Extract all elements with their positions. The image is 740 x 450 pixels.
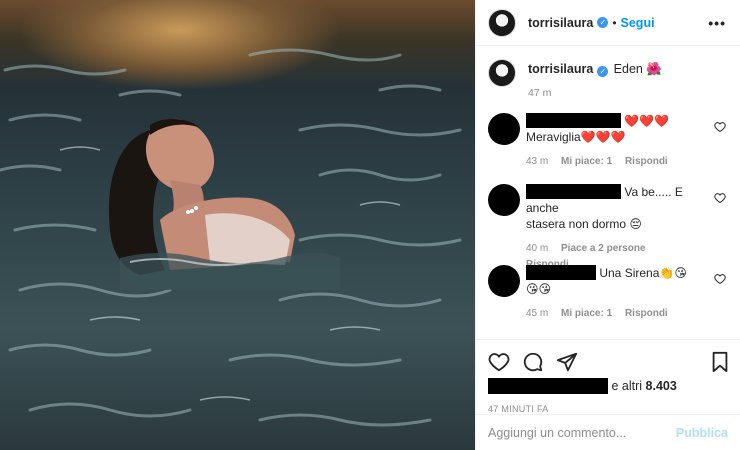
comments-list[interactable]: torrisilaura ✓ Eden 🌺 47 m ❤️❤️❤️ Meravig…	[476, 47, 740, 337]
post-actions: e altri 8.403 47 MINUTI FA Aggiungi un c…	[476, 339, 740, 450]
redacted-username	[526, 184, 621, 199]
comment-avatar[interactable]	[488, 265, 520, 297]
photo-illustration	[0, 48, 462, 427]
comment-avatar[interactable]	[488, 113, 520, 145]
caption-text: Eden 🌺	[613, 62, 662, 76]
comment-text-line2: 😘😘	[526, 282, 552, 296]
redacted-username	[526, 113, 621, 128]
save-bookmark-icon[interactable]	[710, 351, 730, 373]
comment-time: 40 m	[526, 243, 549, 254]
add-comment-bar: Aggiungi un commento... Pubblica	[476, 414, 740, 450]
comment-avatar[interactable]	[488, 184, 520, 216]
reply-button[interactable]: Rispondi	[625, 308, 668, 319]
comment-bubble-icon[interactable]	[522, 351, 544, 373]
like-heart-icon[interactable]	[488, 351, 510, 373]
redacted-liker	[488, 378, 608, 394]
comment-like-heart-icon[interactable]	[714, 273, 726, 285]
likes-summary[interactable]: e altri 8.403	[476, 376, 740, 394]
separator-dot: •	[612, 15, 617, 30]
comment-text-line2: stasera non dormo 😔	[526, 217, 642, 231]
publish-button[interactable]: Pubblica	[676, 426, 728, 440]
post-photo[interactable]	[0, 0, 475, 450]
comment-meta: 43 m Mi piace: 1 Rispondi	[526, 154, 706, 170]
comment-item: Una Sirena👏😘 😘😘 45 m Mi piace: 1 Rispond…	[488, 265, 726, 325]
caption-username[interactable]: torrisilaura	[528, 62, 593, 76]
likes-text: e altri	[611, 379, 643, 393]
post-header: torrisilaura ✓ • Segui •••	[476, 0, 740, 46]
caption-avatar[interactable]	[488, 59, 516, 87]
comment-text: Una Sirena👏😘	[599, 266, 687, 280]
post-sidebar: torrisilaura ✓ • Segui ••• torrisilaura ✓…	[475, 0, 740, 450]
instagram-post: torrisilaura ✓ • Segui ••• torrisilaura ✓…	[0, 0, 740, 450]
action-icons	[476, 340, 740, 376]
verified-badge-icon: ✓	[597, 66, 609, 77]
comment-item: Va be..... E anche stasera non dormo 😔 4…	[488, 184, 726, 270]
more-options-icon[interactable]: •••	[708, 15, 726, 31]
comment-likes[interactable]: Piace a 2 persone	[561, 243, 646, 254]
verified-badge-icon: ✓	[597, 17, 609, 28]
comment-text: ❤️❤️❤️	[624, 114, 670, 128]
follow-button[interactable]: Segui	[621, 16, 655, 30]
reply-button[interactable]: Rispondi	[625, 156, 668, 167]
comment-item: ❤️❤️❤️ Meraviglia❤️❤️❤️ 43 m Mi piace: 1…	[488, 113, 726, 173]
comment-time: 43 m	[526, 156, 549, 167]
author-username[interactable]: torrisilaura	[528, 16, 593, 30]
likes-count[interactable]: 8.403	[646, 379, 677, 393]
comment-likes[interactable]: Mi piace: 1	[561, 308, 612, 319]
comment-time: 45 m	[526, 308, 549, 319]
comment-meta: 45 m Mi piace: 1 Rispondi	[526, 306, 706, 322]
share-paper-plane-icon[interactable]	[556, 351, 578, 373]
comment-text-line2: Meraviglia❤️❤️❤️	[526, 130, 626, 144]
comment-like-heart-icon[interactable]	[714, 121, 726, 133]
comment-likes[interactable]: Mi piace: 1	[561, 156, 612, 167]
caption-time: 47 m	[528, 87, 552, 99]
post-date: 47 MINUTI FA	[488, 404, 549, 414]
comment-input[interactable]: Aggiungi un commento...	[488, 426, 626, 440]
author-avatar[interactable]	[488, 8, 516, 37]
post-caption: torrisilaura ✓ Eden 🌺 47 m	[476, 47, 740, 99]
comment-like-heart-icon[interactable]	[714, 192, 726, 204]
redacted-username	[526, 265, 596, 280]
